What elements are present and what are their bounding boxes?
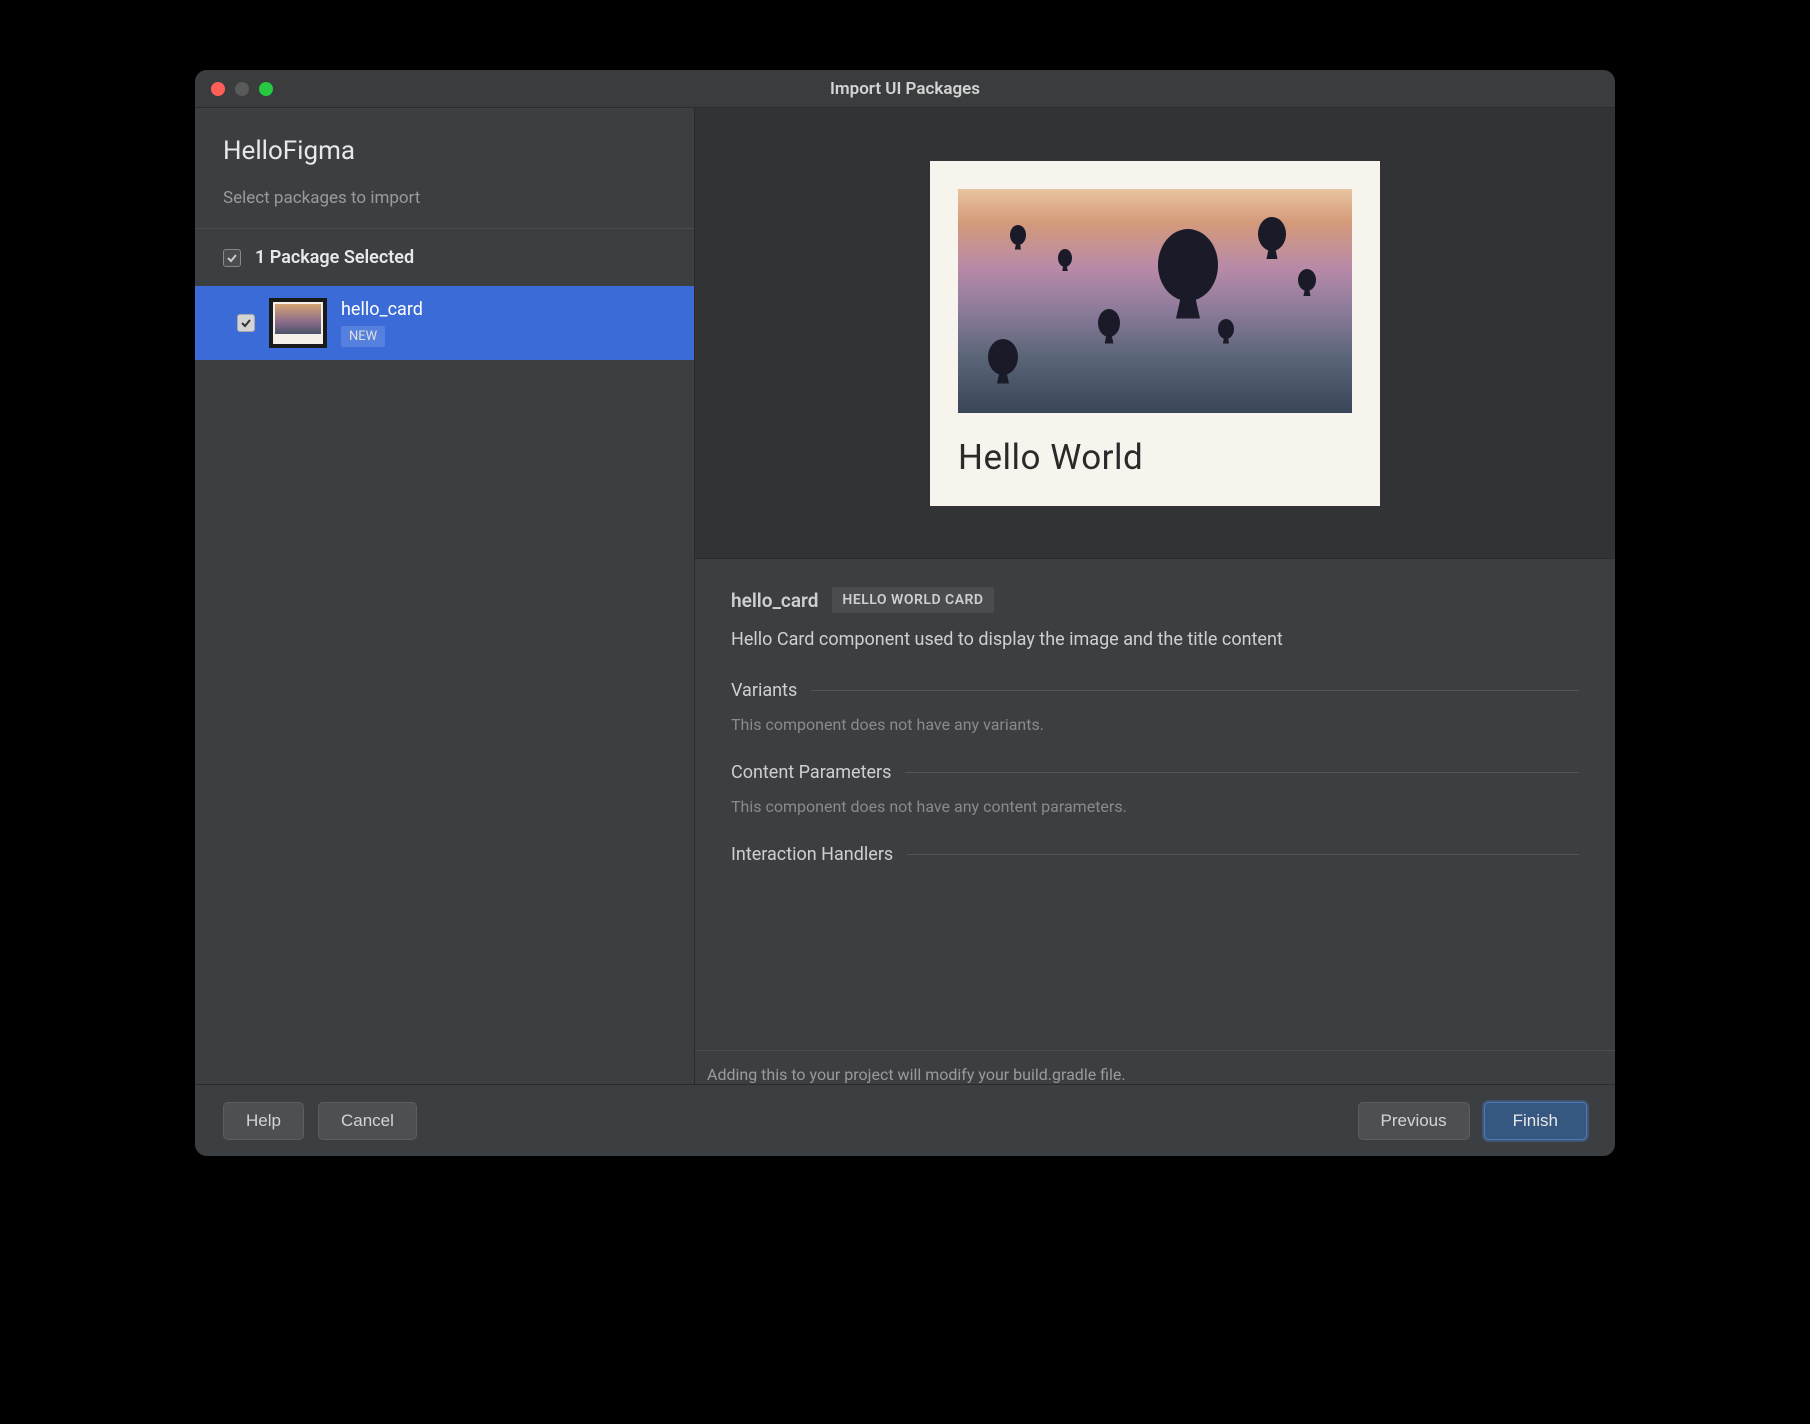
package-checkbox[interactable]: [237, 314, 255, 332]
footer-note: Adding this to your project will modify …: [695, 1050, 1615, 1084]
main-panel: Hello World hello_card HELLO WORLD CARD …: [695, 108, 1615, 1084]
detail-header: hello_card HELLO WORLD CARD: [731, 587, 1579, 613]
component-badge: HELLO WORLD CARD: [832, 587, 993, 613]
preview-area: Hello World: [695, 108, 1615, 558]
check-icon: [226, 252, 238, 264]
selected-row: 1 Package Selected: [195, 229, 694, 286]
package-name-label: hello_card: [341, 299, 423, 320]
variants-title: Variants: [731, 680, 1579, 701]
preview-card: Hello World: [930, 161, 1380, 506]
preview-card-title: Hello World: [958, 437, 1352, 478]
check-icon: [240, 317, 252, 329]
button-bar: Help Cancel Previous Finish: [195, 1084, 1615, 1156]
package-item-hello-card[interactable]: hello_card NEW: [195, 286, 694, 360]
window-title: Import UI Packages: [830, 79, 980, 99]
dialog-window: Import UI Packages HelloFigma Select pac…: [195, 70, 1615, 1156]
package-info: hello_card NEW: [341, 299, 423, 347]
select-all-checkbox[interactable]: [223, 249, 241, 267]
titlebar: Import UI Packages: [195, 70, 1615, 108]
details-panel: hello_card HELLO WORLD CARD Hello Card c…: [695, 558, 1615, 1050]
sidebar-header: HelloFigma Select packages to import: [195, 108, 694, 229]
selected-count-label: 1 Package Selected: [255, 247, 414, 268]
content-params-title: Content Parameters: [731, 762, 1579, 783]
component-name: hello_card: [731, 589, 818, 612]
content-params-text: This component does not have any content…: [731, 797, 1579, 816]
traffic-lights: [195, 82, 273, 96]
package-thumbnail: [269, 298, 327, 348]
variants-text: This component does not have any variant…: [731, 715, 1579, 734]
sidebar-subtitle: Select packages to import: [223, 188, 666, 208]
project-title: HelloFigma: [223, 136, 666, 166]
content-params-section: Content Parameters This component does n…: [731, 762, 1579, 816]
help-button[interactable]: Help: [223, 1102, 304, 1140]
finish-button[interactable]: Finish: [1484, 1102, 1587, 1140]
interaction-title: Interaction Handlers: [731, 844, 1579, 865]
minimize-icon[interactable]: [235, 82, 249, 96]
preview-image: [958, 189, 1352, 413]
maximize-icon[interactable]: [259, 82, 273, 96]
interaction-section: Interaction Handlers: [731, 844, 1579, 865]
component-description: Hello Card component used to display the…: [731, 629, 1579, 650]
close-icon[interactable]: [211, 82, 225, 96]
new-badge: NEW: [341, 326, 385, 347]
variants-section: Variants This component does not have an…: [731, 680, 1579, 734]
previous-button[interactable]: Previous: [1358, 1102, 1470, 1140]
dialog-body: HelloFigma Select packages to import 1 P…: [195, 108, 1615, 1084]
cancel-button[interactable]: Cancel: [318, 1102, 417, 1140]
sidebar: HelloFigma Select packages to import 1 P…: [195, 108, 695, 1084]
